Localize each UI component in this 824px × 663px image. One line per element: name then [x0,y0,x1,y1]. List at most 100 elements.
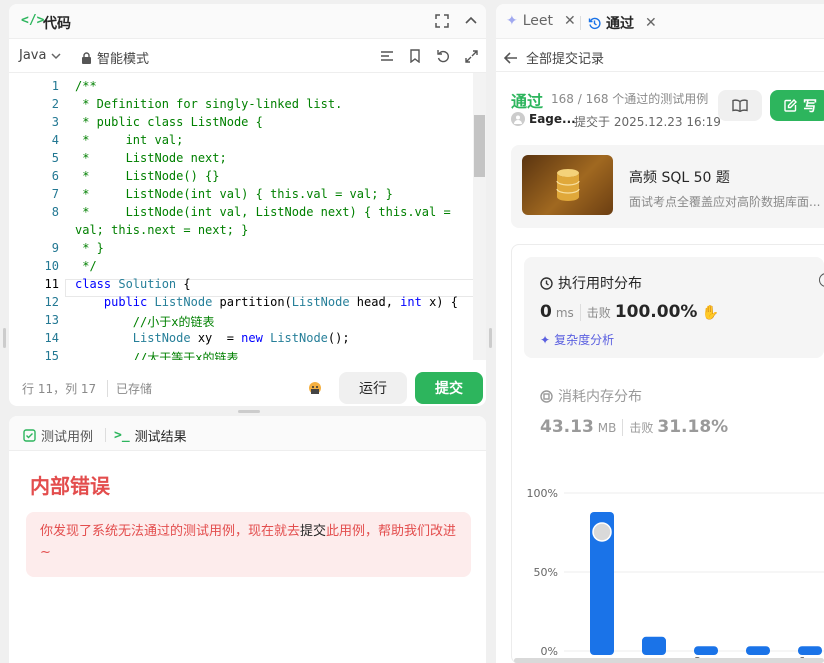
language-select[interactable]: Java [19,48,61,63]
left-edge-handle[interactable] [3,328,6,348]
history-icon [588,17,601,29]
mode-label: 智能模式 [97,52,150,67]
sql-banner-image [522,155,613,215]
runtime-title-row: 执行用时分布 [540,273,642,293]
code-line: * Definition for singly-linked list. [75,97,343,111]
stats-card: 执行用时分布 0 ms 击败 100.00% ✋ ✦ 复杂度分析 消耗内存分布 … [511,244,824,663]
error-title: 内部错误 [30,474,110,498]
chart-bar[interactable] [694,646,718,655]
horizontal-resize-handle[interactable] [238,410,260,413]
code-header [9,4,486,39]
tab-result[interactable]: >_ 测试结果 [114,426,187,445]
format-icon[interactable] [379,48,395,64]
tab-pass[interactable]: 通过 ✕ [588,13,657,33]
runtime-value: 0 [540,302,552,322]
editor-scrollbar-thumb[interactable] [474,115,485,177]
runtime-unit: ms [555,306,574,320]
ai-assistant-icon[interactable] [305,378,325,398]
clap-icon: ✋ [701,305,719,321]
tab-testcase[interactable]: 测试用例 [23,426,93,445]
tab-divider [105,428,106,442]
chart-bar[interactable] [746,646,770,655]
complexity-link[interactable]: ✦ 复杂度分析 [540,331,614,348]
bookmark-icon[interactable] [407,48,423,64]
database-icon [555,169,580,201]
user-info[interactable]: Eage... [511,112,576,126]
code-line: /** [75,79,97,93]
code-line: */ [75,259,97,273]
line-number: 6 [51,169,59,183]
study-plan-banner[interactable]: 高频 SQL 50 题 面试考点全覆盖应对高阶数据库面... [511,145,824,228]
edit-icon [784,99,797,112]
code-editor[interactable]: 1 /** 2 * Definition for singly-linked lis… [9,72,486,360]
y-tick-label: 50% [534,566,558,579]
complexity-label: 复杂度分析 [554,333,615,347]
expand-icon[interactable] [463,48,479,64]
chart-bar[interactable] [798,646,822,655]
horizontal-scrollbar[interactable] [514,658,824,663]
error-message-start: 你发现了系统无法通过的测试用例，现在就去 [40,524,301,539]
submit-button[interactable]: 提交 [415,372,483,404]
error-box: 你发现了系统无法通过的测试用例，现在就去提交此用例，帮助我们改进~ [26,512,471,577]
editor-scrollbar[interactable] [473,73,486,360]
chart-bar[interactable] [642,636,666,655]
fullscreen-icon[interactable] [434,13,450,29]
line-number: 3 [51,115,59,129]
code-panel: </> 代码 Java 智能模式 1 /** 2 * Definition for … [9,4,486,406]
memory-unit: MB [597,421,617,435]
code-icon: </> [21,13,45,28]
memory-value-row: 43.13 MB 击败 31.18% [540,417,728,437]
y-tick-label: 100% [527,487,558,500]
checkbox-icon [23,429,36,442]
code-title: 代码 [43,16,71,32]
terminal-icon: >_ [114,428,130,443]
memory-icon [540,389,553,403]
runtime-beats-label: 击败 [579,304,611,321]
passed-cases: 168 / 168 个通过的测试用例 [551,92,709,106]
run-button[interactable]: 运行 [339,372,407,404]
notes-button[interactable] [718,90,762,121]
line-number: 7 [51,187,59,201]
close-icon[interactable]: ✕ [645,15,657,31]
code-line: * int val; [75,133,184,147]
submitted-time: 提交于 2025.12.23 16:19 [574,115,721,129]
code-line: public ListNode partition(ListNode head,… [103,295,458,309]
result-panel: 测试用例 >_ 测试结果 内部错误 你发现了系统无法通过的测试用例，现在就去提交… [9,416,486,663]
error-submit-link[interactable]: 提交 [300,524,326,539]
vertical-resize-handle[interactable] [489,328,492,348]
code-line: * ListNode(int val) { this.val = val; } [75,187,393,201]
header-divider [496,71,824,72]
line-number: 4 [51,133,59,147]
tab-leet[interactable]: ✦ Leet ✕ [506,13,576,29]
code-line: * } [75,241,104,255]
mode-indicator[interactable]: 智能模式 [81,48,149,67]
tab-result-label: 测试结果 [134,430,187,445]
lock-icon [82,51,91,64]
chevron-down-icon [51,52,61,59]
username: Eage... [529,112,576,126]
code-line: * ListNode() {} [75,169,220,183]
line-number: 13 [44,313,59,327]
back-label: 全部提交记录 [526,52,605,67]
runtime-title: 执行用时分布 [558,276,642,292]
submission-panel: ✦ Leet ✕ 通过 ✕ 全部提交记录 通过 168 / 168 个通过的测试… [496,4,824,663]
line-number: 9 [51,241,59,255]
tab-leet-label: Leet [522,13,554,29]
write-solution-button[interactable]: 写 [770,90,824,121]
write-label: 写 [803,98,817,115]
line-number: 12 [44,295,59,309]
back-link[interactable]: 全部提交记录 [504,48,604,67]
language-label: Java [19,48,47,63]
line-number: 1 [51,79,59,93]
code-line: ListNode xy = new ListNode(); [132,331,350,345]
collapse-icon[interactable] [463,13,479,29]
memory-title-row[interactable]: 消耗内存分布 [540,386,642,406]
arrow-left-icon [504,51,517,64]
line-number: 2 [51,97,59,111]
close-icon[interactable]: ✕ [564,13,576,29]
memory-beats-label: 击败 [622,419,653,436]
reset-icon[interactable] [435,48,451,64]
cursor-position: 行 11，列 17 [22,382,97,396]
runtime-beats: 100.00% [614,302,698,322]
sparkle-icon: ✦ [506,13,518,29]
